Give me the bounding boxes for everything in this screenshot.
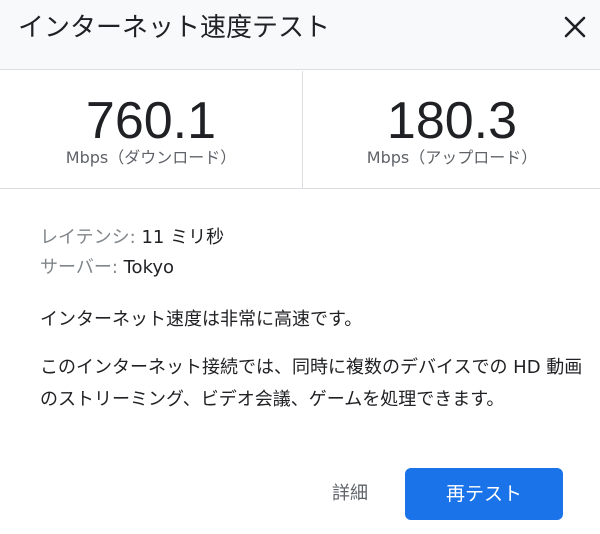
server-label: サーバー: [40,257,118,278]
upload-result: 180.3 Mbps（アップロード） [304,71,600,189]
upload-speed-unit: Mbps（アップロード） [366,148,538,167]
server-value: Tokyo [123,257,175,278]
close-icon [564,16,586,38]
speed-results: 760.1 Mbps（ダウンロード） 180.3 Mbps（アップロード） [0,71,600,189]
download-result: 760.1 Mbps（ダウンロード） [0,71,303,189]
latency-value: 11 ミリ秒 [141,227,225,248]
dialog-title: インターネット速度テスト [18,13,331,43]
server-row: サーバー: Tokyo [40,253,224,283]
upload-speed-value: 180.3 [386,92,518,150]
close-button[interactable] [556,8,594,46]
download-speed-value: 760.1 [85,92,217,150]
retest-button[interactable]: 再テスト [405,468,563,520]
connection-info: レイテンシ: 11 ミリ秒 サーバー: Tokyo [40,223,224,283]
dialog-header: インターネット速度テスト [0,0,600,70]
latency-row: レイテンシ: 11 ミリ秒 [40,223,224,253]
details-button[interactable]: 詳細 [314,474,386,514]
latency-label: レイテンシ: [40,227,136,248]
speed-summary: インターネット速度は非常に高速です。 [40,309,363,330]
download-speed-unit: Mbps（ダウンロード） [65,148,237,167]
speed-detail-text: このインターネット接続では、同時に複数のデバイスでの HD 動画のストリーミング… [40,357,583,410]
